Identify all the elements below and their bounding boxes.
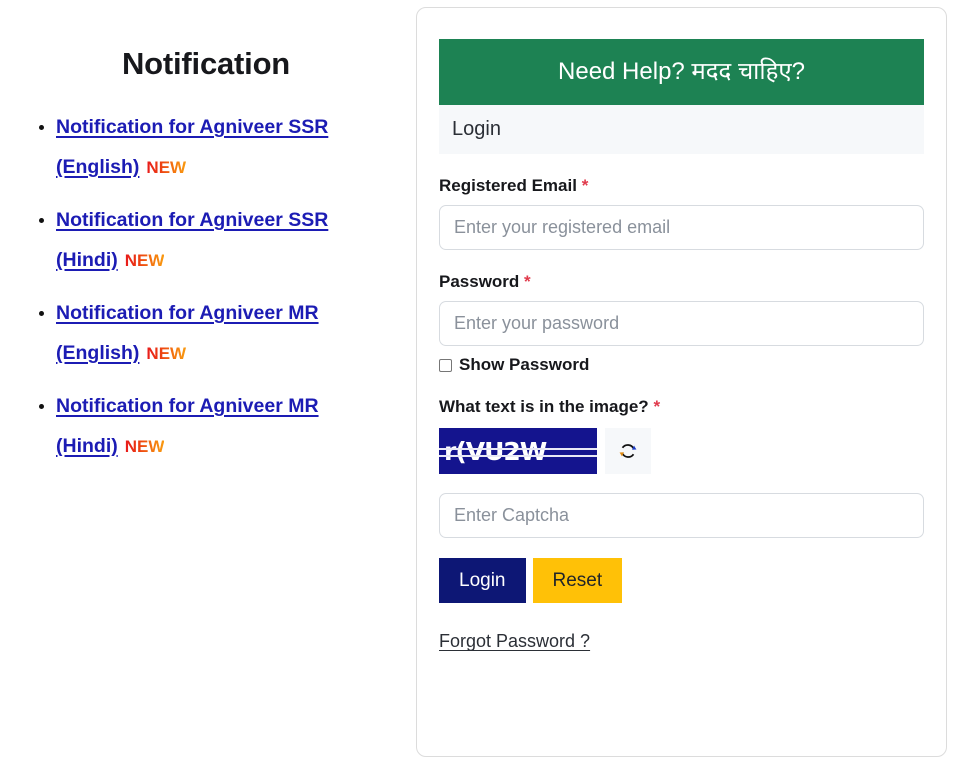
- email-field[interactable]: [439, 205, 924, 251]
- captcha-refresh-button[interactable]: [605, 428, 651, 475]
- login-button[interactable]: Login: [439, 558, 526, 604]
- reset-button[interactable]: Reset: [532, 558, 623, 604]
- show-password-checkbox[interactable]: [439, 358, 452, 372]
- required-asterisk: *: [524, 272, 531, 292]
- captcha-strike-line: [439, 448, 597, 451]
- required-asterisk: *: [653, 397, 661, 417]
- captcha-row: r(VU2W: [439, 428, 924, 475]
- email-label-text: Registered Email: [439, 176, 577, 196]
- login-card-body: Need Help? मदद चाहिए? Login Registered E…: [417, 8, 946, 652]
- notification-column: Notification Notification for Agniveer S…: [0, 0, 412, 780]
- notification-link[interactable]: Notification for Agniveer MR (Hindi): [56, 395, 319, 457]
- email-field-group: Registered Email *: [439, 176, 924, 251]
- captcha-label-text: What text is in the image?: [439, 397, 649, 417]
- login-panel-header: Login: [439, 105, 924, 155]
- show-password-row[interactable]: Show Password: [439, 355, 924, 375]
- list-item: Notification for Agniveer SSR (Hindi)NEW: [56, 201, 412, 281]
- notification-link[interactable]: Notification for Agniveer MR (English): [56, 302, 319, 364]
- password-label: Password *: [439, 272, 924, 292]
- captcha-input[interactable]: [439, 493, 924, 539]
- new-badge: NEW: [124, 437, 165, 456]
- refresh-icon: [619, 444, 637, 459]
- notification-link[interactable]: Notification for Agniveer SSR (English): [56, 116, 328, 178]
- captcha-strike-line: [439, 455, 597, 458]
- list-item: Notification for Agniveer MR (English)NE…: [56, 294, 412, 374]
- show-password-label[interactable]: Show Password: [459, 355, 589, 375]
- form-actions: Login Reset: [439, 558, 924, 604]
- notification-link[interactable]: Notification for Agniveer SSR (Hindi): [56, 209, 328, 271]
- login-card: Need Help? मदद चाहिए? Login Registered E…: [416, 7, 947, 757]
- new-badge: NEW: [124, 251, 165, 270]
- notification-list: Notification for Agniveer SSR (English)N…: [0, 108, 412, 467]
- need-help-banner[interactable]: Need Help? मदद चाहिए?: [439, 39, 924, 106]
- list-item: Notification for Agniveer MR (Hindi)NEW: [56, 387, 412, 467]
- captcha-label: What text is in the image? *: [439, 397, 924, 417]
- list-item: Notification for Agniveer SSR (English)N…: [56, 108, 412, 188]
- password-label-text: Password: [439, 272, 520, 292]
- email-label: Registered Email *: [439, 176, 924, 196]
- captcha-input-wrap: [439, 493, 924, 539]
- new-badge: NEW: [146, 344, 187, 363]
- login-page: Notification Notification for Agniveer S…: [0, 0, 962, 780]
- forgot-password-link[interactable]: Forgot Password ?: [439, 631, 590, 652]
- captcha-image: r(VU2W: [439, 428, 597, 475]
- page-title: Notification: [121, 46, 291, 81]
- new-badge: NEW: [146, 158, 187, 177]
- captcha-field-group: What text is in the image? * r(VU2W: [439, 397, 924, 539]
- captcha-image-text: r(VU2W: [444, 436, 547, 466]
- password-field[interactable]: [439, 301, 924, 347]
- password-field-group: Password * Show Password: [439, 272, 924, 375]
- required-asterisk: *: [581, 176, 589, 196]
